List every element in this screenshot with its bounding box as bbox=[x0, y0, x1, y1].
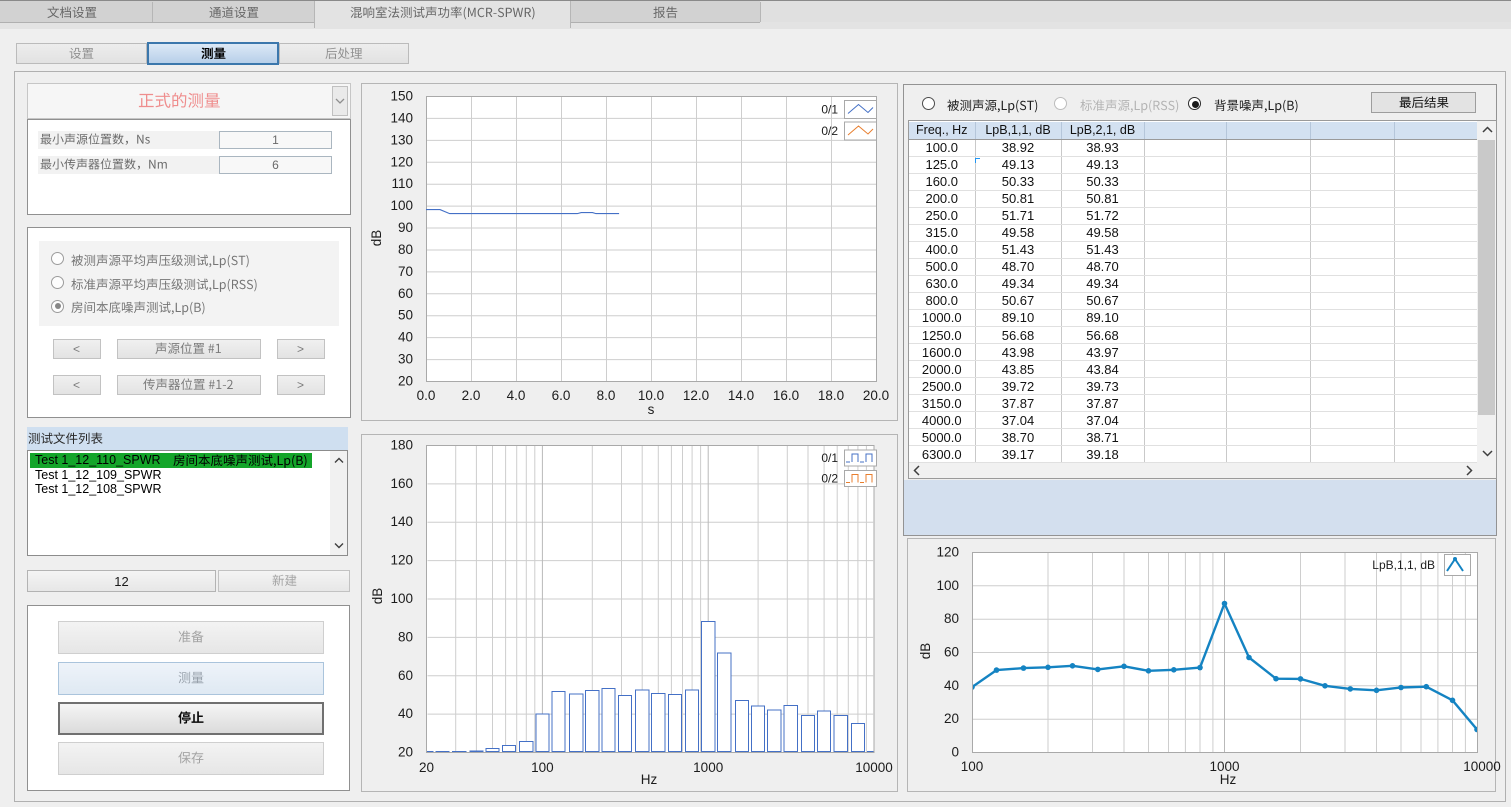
svg-text:0/2: 0/2 bbox=[821, 472, 838, 486]
svg-text:50: 50 bbox=[398, 308, 413, 323]
svg-text:100: 100 bbox=[936, 578, 959, 593]
svg-text:LpB,1,1, dB: LpB,1,1, dB bbox=[1372, 558, 1435, 572]
svg-text:1000: 1000 bbox=[693, 760, 723, 775]
svg-text:2.0: 2.0 bbox=[462, 388, 481, 403]
svg-text:60: 60 bbox=[398, 668, 413, 683]
svg-text:dB: dB bbox=[918, 643, 933, 660]
svg-text:0.0: 0.0 bbox=[417, 388, 436, 403]
svg-text:40: 40 bbox=[944, 678, 959, 693]
svg-text:120: 120 bbox=[936, 545, 959, 560]
svg-text:0: 0 bbox=[951, 745, 959, 760]
svg-text:20: 20 bbox=[944, 711, 959, 726]
svg-text:10.0: 10.0 bbox=[638, 388, 664, 403]
svg-text:40: 40 bbox=[398, 330, 413, 345]
svg-text:80: 80 bbox=[398, 242, 413, 257]
svg-text:80: 80 bbox=[944, 611, 959, 626]
svg-text:Hz: Hz bbox=[641, 772, 658, 787]
svg-text:80: 80 bbox=[398, 629, 413, 644]
svg-text:14.0: 14.0 bbox=[728, 388, 754, 403]
svg-text:110: 110 bbox=[391, 176, 413, 191]
svg-text:20: 20 bbox=[419, 760, 434, 775]
svg-text:0/1: 0/1 bbox=[821, 103, 838, 117]
svg-text:16.0: 16.0 bbox=[773, 388, 799, 403]
svg-text:100: 100 bbox=[390, 591, 413, 606]
svg-text:10000: 10000 bbox=[855, 760, 893, 775]
svg-text:100: 100 bbox=[961, 759, 984, 774]
svg-text:0/2: 0/2 bbox=[821, 124, 838, 138]
svg-text:60: 60 bbox=[944, 645, 959, 660]
svg-text:100: 100 bbox=[390, 198, 413, 213]
svg-text:s: s bbox=[648, 402, 655, 417]
svg-text:20: 20 bbox=[398, 745, 413, 760]
svg-text:90: 90 bbox=[398, 220, 413, 235]
svg-text:160: 160 bbox=[390, 476, 413, 491]
svg-text:12.0: 12.0 bbox=[683, 388, 709, 403]
svg-text:120: 120 bbox=[390, 154, 413, 169]
svg-text:dB: dB bbox=[370, 588, 385, 605]
svg-text:180: 180 bbox=[390, 438, 413, 453]
svg-text:8.0: 8.0 bbox=[597, 388, 616, 403]
svg-text:4.0: 4.0 bbox=[507, 388, 526, 403]
svg-text:70: 70 bbox=[398, 264, 413, 279]
svg-text:20.0: 20.0 bbox=[863, 388, 889, 403]
svg-text:140: 140 bbox=[390, 514, 413, 529]
svg-text:120: 120 bbox=[390, 553, 413, 568]
svg-text:18.0: 18.0 bbox=[818, 388, 844, 403]
svg-text:100: 100 bbox=[531, 760, 554, 775]
svg-text:0/1: 0/1 bbox=[821, 451, 838, 465]
svg-text:Hz: Hz bbox=[1220, 772, 1237, 787]
svg-text:10000: 10000 bbox=[1463, 759, 1501, 774]
svg-text:6.0: 6.0 bbox=[552, 388, 571, 403]
svg-text:dB: dB bbox=[369, 230, 384, 247]
svg-text:60: 60 bbox=[398, 286, 413, 301]
svg-text:150: 150 bbox=[390, 89, 413, 104]
svg-text:30: 30 bbox=[398, 352, 413, 367]
svg-text:20: 20 bbox=[398, 374, 413, 389]
svg-text:40: 40 bbox=[398, 706, 413, 721]
svg-text:140: 140 bbox=[390, 110, 413, 125]
svg-text:130: 130 bbox=[390, 132, 413, 147]
